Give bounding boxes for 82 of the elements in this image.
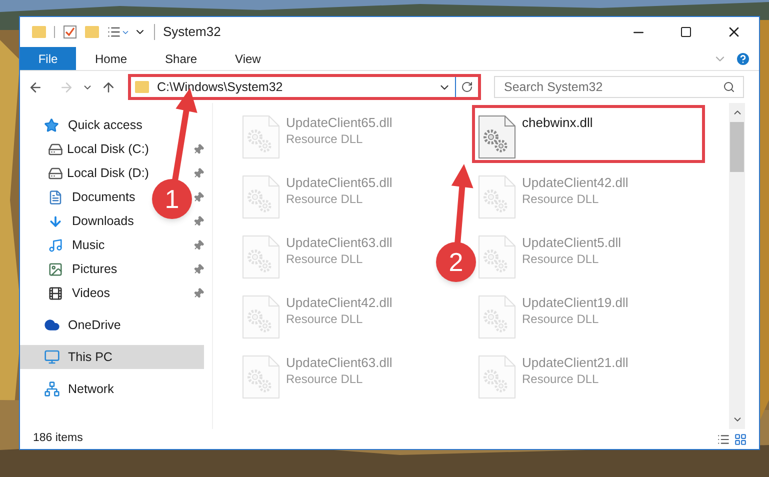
sidebar-label: Music	[72, 236, 105, 254]
refresh-icon[interactable]	[461, 81, 473, 93]
properties-icon[interactable]	[107, 25, 130, 39]
file-name: UpdateClient42.dll	[522, 175, 628, 191]
file-name: UpdateClient19.dll	[522, 295, 628, 311]
file-type: Resource DLL	[522, 191, 600, 207]
ribbon-tab[interactable]: Home	[76, 47, 146, 70]
gear-file-icon	[242, 235, 280, 279]
sidebar-label: Pictures	[72, 260, 118, 278]
address-path: C:\Windows\System32	[157, 78, 283, 96]
maximize-icon[interactable]	[680, 26, 692, 38]
large-icons-view-icon[interactable]	[734, 432, 747, 446]
download-arrow-icon	[48, 214, 63, 228]
file-name: UpdateClient65.dll	[286, 175, 392, 191]
gear-file-icon	[478, 355, 516, 399]
drive-icon	[48, 142, 63, 156]
file-name: chebwinx.dll	[522, 115, 593, 131]
gear-file-icon	[478, 235, 516, 279]
item-count: 186 items	[33, 431, 83, 446]
network-icon	[44, 381, 60, 397]
sidebar-item[interactable]: Pictures	[20, 257, 145, 281]
sidebar-item[interactable]: Quick access	[20, 113, 204, 137]
file-name: UpdateClient63.dll	[286, 235, 392, 251]
sidebar-label: Local Disk (C:)	[67, 140, 149, 158]
file-item[interactable]: chebwinx.dll	[472, 105, 705, 163]
ribbon-tab[interactable]: File	[20, 47, 76, 70]
checklist-icon[interactable]	[63, 25, 77, 39]
file-type: Resource DLL	[286, 251, 364, 267]
sidebar-label: Local Disk (D:)	[67, 164, 149, 182]
file-type: Resource DLL	[286, 371, 364, 387]
star-icon	[44, 118, 59, 132]
monitor-icon	[44, 349, 60, 365]
file-name: UpdateClient21.dll	[522, 355, 628, 371]
sidebar-item[interactable]: Documents	[20, 185, 145, 209]
file-type: Resource DLL	[522, 371, 600, 387]
sidebar-label: This PC	[68, 348, 112, 366]
sidebar-label: Documents	[72, 188, 136, 206]
file-name: UpdateClient63.dll	[286, 355, 392, 371]
sidebar-item[interactable]: Downloads	[20, 209, 145, 233]
sidebar-label: Quick access	[68, 116, 142, 134]
sidebar-label: OneDrive	[68, 316, 121, 334]
gear-file-icon	[478, 295, 516, 339]
file-type: Resource DLL	[522, 251, 600, 267]
document-icon	[48, 190, 63, 204]
scroll-thumb[interactable]	[730, 122, 744, 172]
sidebar-item[interactable]: This PC	[20, 345, 204, 369]
sidebar-label: Videos	[72, 284, 110, 302]
music-note-icon	[48, 238, 63, 252]
sidebar-item[interactable]: OneDrive	[20, 313, 204, 337]
search-field[interactable]: Search System32	[494, 76, 744, 98]
window-title: System32	[163, 23, 221, 42]
file-type: Resource DLL	[522, 311, 600, 327]
search-icon	[723, 81, 735, 93]
sidebar-item[interactable]: Videos	[20, 281, 145, 305]
folder-icon	[135, 81, 149, 93]
cloud-icon	[44, 317, 60, 333]
file-name: UpdateClient65.dll	[286, 115, 392, 131]
gear-file-icon	[242, 175, 280, 219]
gear-file-icon	[242, 295, 280, 339]
file-type: Resource DLL	[286, 131, 364, 147]
ribbon-tab[interactable]: Share	[146, 47, 216, 70]
gear-file-icon	[478, 115, 516, 159]
ribbon-tab[interactable]: View	[216, 47, 280, 70]
drive-icon	[48, 166, 63, 180]
sidebar-label: Network	[68, 380, 114, 398]
gear-file-icon	[242, 355, 280, 399]
gear-file-icon	[478, 175, 516, 219]
scrollbar[interactable]	[729, 103, 745, 429]
file-type: Resource DLL	[286, 311, 364, 327]
file-name: UpdateClient5.dll	[522, 235, 622, 251]
search-input[interactable]: Search System32	[495, 78, 723, 96]
sidebar-item[interactable]: Network	[20, 377, 204, 401]
file-type: Resource DLL	[286, 191, 364, 207]
details-view-icon[interactable]	[717, 432, 730, 446]
gear-file-icon	[242, 115, 280, 159]
address-field[interactable]: C:\Windows\System32	[128, 74, 481, 100]
file-name: UpdateClient42.dll	[286, 295, 392, 311]
picture-frame-icon	[48, 262, 63, 276]
sidebar-item[interactable]: Music	[20, 233, 145, 257]
help-icon[interactable]	[735, 50, 751, 66]
sidebar-label: Downloads	[72, 212, 134, 230]
film-strip-icon	[48, 286, 63, 300]
